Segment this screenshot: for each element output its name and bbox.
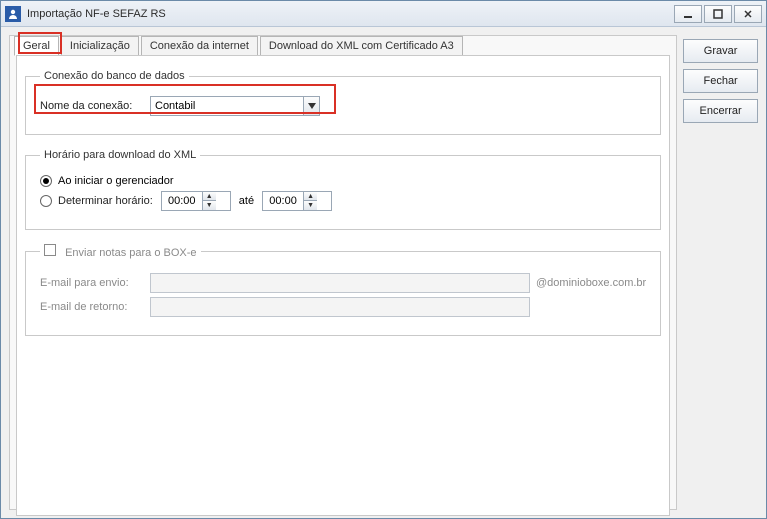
tab-body: Conexão do banco de dados Nome da conexã… (16, 55, 670, 516)
minimize-button[interactable] (674, 5, 702, 23)
group-boxe: Enviar notas para o BOX-e E-mail para en… (25, 244, 661, 336)
radio-set-time[interactable] (40, 195, 52, 207)
gravar-button[interactable]: Gravar (683, 39, 758, 63)
db-connection-label: Nome da conexão: (40, 100, 150, 112)
radio-start-label: Ao iniciar o gerenciador (58, 175, 174, 187)
tab-inicializacao[interactable]: Inicialização (61, 36, 139, 56)
time-from-input[interactable] (162, 192, 202, 210)
main-panel: Geral Inicialização Conexão da internet … (9, 35, 677, 510)
group-db-connection: Conexão do banco de dados Nome da conexã… (25, 70, 661, 135)
email-envio-input (150, 273, 530, 293)
group-schedule-legend: Horário para download do XML (40, 149, 200, 161)
email-envio-label: E-mail para envio: (40, 277, 150, 289)
spin-up-icon[interactable]: ▲ (304, 192, 317, 201)
chevron-down-icon[interactable] (303, 97, 319, 115)
time-to-input[interactable] (263, 192, 303, 210)
email-retorno-input (150, 297, 530, 317)
spin-up-icon[interactable]: ▲ (203, 192, 216, 201)
titlebar: Importação NF-e SEFAZ RS (1, 1, 766, 27)
boxe-checkbox[interactable] (44, 244, 56, 256)
time-from-field[interactable]: ▲▼ (161, 191, 231, 211)
fechar-button[interactable]: Fechar (683, 69, 758, 93)
group-db-legend: Conexão do banco de dados (40, 70, 189, 82)
close-button[interactable] (734, 5, 762, 23)
tab-geral[interactable]: Geral (14, 36, 59, 56)
email-retorno-label: E-mail de retorno: (40, 301, 150, 313)
side-buttons: Gravar Fechar Encerrar (683, 35, 758, 510)
db-connection-input[interactable] (151, 97, 303, 115)
window-title: Importação NF-e SEFAZ RS (27, 8, 166, 20)
app-window: Importação NF-e SEFAZ RS Geral Inicializ… (0, 0, 767, 519)
db-connection-combo[interactable] (150, 96, 320, 116)
app-icon (5, 6, 21, 22)
time-to-field[interactable]: ▲▼ (262, 191, 332, 211)
encerrar-button[interactable]: Encerrar (683, 99, 758, 123)
tab-strip: Geral Inicialização Conexão da internet … (14, 35, 680, 55)
tab-conexao-internet[interactable]: Conexão da internet (141, 36, 258, 56)
ate-label: até (239, 195, 254, 207)
spin-down-icon[interactable]: ▼ (304, 201, 317, 210)
email-domain-suffix: @dominioboxe.com.br (536, 277, 646, 289)
boxe-legend-text: Enviar notas para o BOX-e (65, 247, 196, 259)
radio-set-time-label: Determinar horário: (58, 195, 153, 207)
group-boxe-legend: Enviar notas para o BOX-e (40, 244, 201, 259)
group-schedule: Horário para download do XML Ao iniciar … (25, 149, 661, 230)
radio-start-manager[interactable] (40, 175, 52, 187)
spin-down-icon[interactable]: ▼ (203, 201, 216, 210)
tab-download-xml[interactable]: Download do XML com Certificado A3 (260, 36, 463, 56)
maximize-button[interactable] (704, 5, 732, 23)
